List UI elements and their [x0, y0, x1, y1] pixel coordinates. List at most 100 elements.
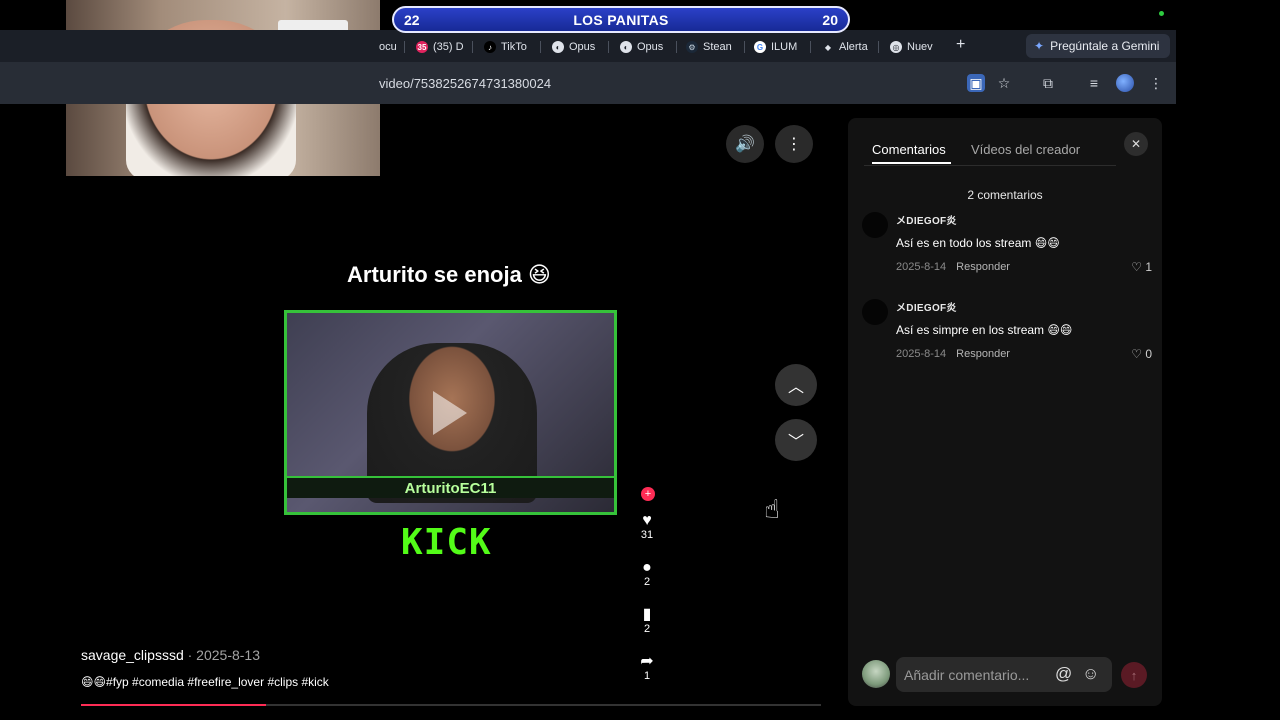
tab-separator [404, 41, 405, 53]
url-text[interactable]: video/7538252674731380024 [379, 76, 551, 91]
heart-icon: ♥ [642, 512, 652, 529]
chevron-down-icon: ﹀ [787, 434, 804, 451]
streamer-name: ArturitoEC11 [404, 479, 497, 497]
browser-tab-2[interactable]: 35 (35) D [416, 38, 466, 56]
comment-item: メDIEGOF炎 Así es en todo los stream 😄😄 20… [862, 212, 1152, 284]
comment-button[interactable]: ● 2 [630, 559, 664, 589]
comment-count-label: 2 comentarios [967, 188, 1043, 202]
browser-tab-5[interactable]: ◐ Opus [620, 38, 670, 56]
profile-avatar[interactable] [1116, 74, 1134, 92]
notification-icon: 35 [416, 41, 428, 53]
video-player[interactable]: ArturitoEC11 [284, 310, 617, 515]
commenter-avatar[interactable] [862, 299, 888, 325]
cast-icon[interactable]: ▣ [967, 74, 985, 92]
commenter-name[interactable]: メDIEGOF炎 [896, 299, 957, 314]
emoji-icon[interactable]: ☺ [1082, 664, 1099, 684]
scoreboard-banner: 22 LOS PANITAS 20 [392, 6, 850, 33]
heart-outline-icon: ♡ [1131, 347, 1142, 361]
tab-label: (35) D [433, 41, 464, 53]
mention-icon[interactable]: @ [1055, 664, 1072, 684]
heart-outline-icon: ♡ [1131, 260, 1142, 274]
comment-text: Así es simpre en los stream 😄😄 [896, 323, 1073, 337]
kebab-icon: ⋮ [786, 136, 802, 153]
browser-tab-8[interactable]: ◆ Alerta [822, 38, 872, 56]
kebab-menu-icon[interactable]: ⋮ [1147, 74, 1165, 92]
close-panel-button[interactable]: ✕ [1124, 132, 1148, 156]
comment-like-button[interactable]: ♡ 0 [1131, 347, 1152, 361]
like-button[interactable]: ♥ 31 [630, 512, 664, 542]
comment-count: 2 [643, 576, 651, 588]
comment-like-button[interactable]: ♡ 1 [1131, 260, 1152, 274]
comment-meta: 2025-8-14 Responder [896, 261, 1010, 273]
address-bar: video/7538252674731380024 ▣ ☆ ⧉ ≡ ⋮ [0, 62, 1176, 104]
reply-button[interactable]: Responder [956, 348, 1010, 360]
tab-label: ocu [379, 41, 397, 53]
tab-label: Opus [569, 41, 596, 53]
like-count: 31 [640, 529, 654, 541]
browser-tab-4[interactable]: ◐ Opus [552, 38, 602, 56]
media-queue-icon[interactable]: ≡ [1085, 74, 1103, 92]
kick-logo: KICK [401, 522, 492, 563]
opus-icon: ◐ [552, 41, 564, 53]
left-score: 22 [404, 11, 420, 28]
previous-video-button[interactable]: ︿ [775, 364, 817, 406]
save-count: 2 [643, 623, 651, 635]
extensions-icon[interactable]: ⧉ [1039, 74, 1057, 92]
tab-divider [864, 165, 1116, 166]
share-button[interactable]: ➦ 1 [630, 653, 664, 683]
tab-label: Nuev [907, 41, 933, 53]
send-comment-button[interactable]: ↑ [1121, 662, 1147, 688]
tab-comments[interactable]: Comentarios [872, 142, 946, 157]
tiktok-icon: ♪ [484, 41, 496, 53]
commenter-avatar[interactable] [862, 212, 888, 238]
video-more-button[interactable]: ⋮ [775, 125, 813, 163]
follow-plus-button[interactable]: + [641, 487, 655, 501]
browser-tab-9[interactable]: ◎ Nuev [890, 38, 938, 56]
close-icon: ✕ [1130, 137, 1142, 151]
share-count: 1 [643, 670, 651, 682]
comment-text: Así es en todo los stream 😄😄 [896, 236, 1060, 250]
play-icon[interactable] [433, 391, 467, 435]
browser-tab-1[interactable]: ocu [379, 38, 399, 56]
author-name[interactable]: savage_clipsssd [81, 647, 184, 663]
comments-panel: Comentarios Vídeos del creador ✕ 2 comen… [848, 118, 1162, 706]
gemini-spark-icon: ✦ [1034, 39, 1045, 53]
share-arrow-icon: ➦ [640, 653, 654, 670]
browser-tab-3[interactable]: ♪ TikTo [484, 38, 532, 56]
reply-button[interactable]: Responder [956, 261, 1010, 273]
video-title: Arturito se enoja 😆 [347, 262, 551, 287]
next-video-button[interactable]: ﹀ [775, 419, 817, 461]
google-icon: G [754, 41, 766, 53]
bookmark-star-icon[interactable]: ☆ [995, 74, 1013, 92]
tab-separator [810, 41, 811, 53]
tab-label: Alerta [839, 41, 868, 53]
video-hashtags[interactable]: 😄😄#fyp #comedia #freefire_lover #clips #… [81, 675, 329, 689]
tab-separator [608, 41, 609, 53]
browser-tab-6[interactable]: ⚙ Stean [686, 38, 738, 56]
opus-icon: ◐ [620, 41, 632, 53]
tab-creator-videos[interactable]: Vídeos del creador [971, 142, 1080, 157]
tab-label: Opus [637, 41, 664, 53]
bookmark-icon: ▮ [642, 606, 652, 623]
arrow-up-icon: ↑ [1130, 667, 1138, 683]
browser-tab-7[interactable]: G ILUM [754, 38, 802, 56]
active-tab-underline [872, 162, 951, 164]
tab-separator [472, 41, 473, 53]
save-button[interactable]: ▮ 2 [630, 606, 664, 636]
comment-input[interactable] [896, 657, 1112, 692]
streamer-name-bar: ArturitoEC11 [287, 476, 614, 498]
video-progress-bar[interactable] [81, 704, 821, 706]
gemini-button[interactable]: ✦ Pregúntale a Gemini [1026, 34, 1170, 58]
gemini-label: Pregúntale a Gemini [1050, 39, 1160, 53]
tab-label: ILUM [771, 41, 798, 53]
comment-item: メDIEGOF炎 Así es simpre en los stream 😄😄 … [862, 299, 1152, 371]
commenter-name[interactable]: メDIEGOF炎 [896, 212, 957, 227]
new-tab-button[interactable]: + [956, 36, 965, 54]
right-score: 20 [822, 11, 838, 28]
volume-button[interactable]: 🔊 [726, 125, 764, 163]
tab-separator [744, 41, 745, 53]
comment-date: 2025-8-14 [896, 348, 947, 360]
post-date: · 2025-8-13 [183, 647, 261, 663]
comment-bubble-icon: ● [642, 559, 652, 576]
comment-like-count: 0 [1145, 347, 1152, 361]
